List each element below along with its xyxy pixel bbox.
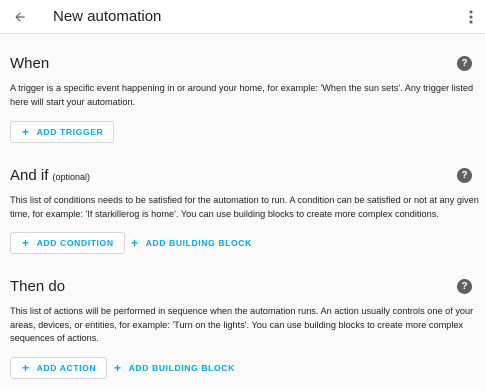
section-title-text: Then do [10, 278, 66, 295]
overflow-menu-button[interactable] [462, 5, 480, 29]
arrow-left-icon [15, 12, 25, 22]
section-title: Then do [10, 277, 65, 297]
plus-icon: + [22, 125, 30, 139]
section-title: When [10, 54, 49, 74]
help-circle-icon[interactable]: ? [457, 56, 472, 71]
optional-label: (optional) [52, 172, 91, 182]
add-building-block-button[interactable]: + ADD BUILDING BLOCK [110, 357, 239, 379]
add-action-button[interactable]: + ADD ACTION [10, 357, 108, 379]
section-description: A trigger is a specific event happening … [10, 83, 474, 107]
help-glyph: ? [461, 170, 468, 181]
plus-icon: + [22, 361, 30, 375]
plus-icon: + [22, 236, 30, 250]
help-glyph: ? [461, 281, 468, 292]
button-label: ADD BUILDING BLOCK [128, 363, 235, 373]
section-description: This list of actions will be performed i… [10, 306, 474, 343]
add-condition-button[interactable]: + ADD CONDITION [10, 232, 125, 254]
page-title: New automation [53, 8, 162, 25]
section-conditions: And if (optional) ? This list of conditi… [10, 166, 479, 261]
section-title-text: When [10, 55, 50, 72]
help-glyph: ? [461, 58, 468, 69]
section-actions: Then do ? This list of actions will be p… [10, 277, 478, 387]
back-button[interactable] [8, 5, 32, 29]
plus-icon: + [131, 236, 139, 250]
section-description: This list of conditions needs to be sati… [10, 195, 479, 219]
section-triggers: When ? A trigger is a specific event hap… [10, 54, 478, 149]
help-circle-icon[interactable]: ? [457, 168, 472, 183]
section-title: And if (optional) [10, 166, 90, 187]
plus-icon: + [114, 361, 122, 375]
button-label: ADD TRIGGER [36, 127, 104, 137]
section-title-text: And if [10, 167, 49, 184]
button-label: ADD ACTION [36, 363, 97, 373]
add-trigger-button[interactable]: + ADD TRIGGER [10, 121, 115, 143]
add-building-block-button[interactable]: + ADD BUILDING BLOCK [127, 232, 256, 254]
help-circle-icon[interactable]: ? [457, 279, 472, 294]
button-label: ADD CONDITION [36, 238, 114, 248]
button-label: ADD BUILDING BLOCK [145, 238, 252, 248]
top-app-bar: New automation [0, 0, 485, 34]
dots-vertical-icon [469, 10, 473, 24]
